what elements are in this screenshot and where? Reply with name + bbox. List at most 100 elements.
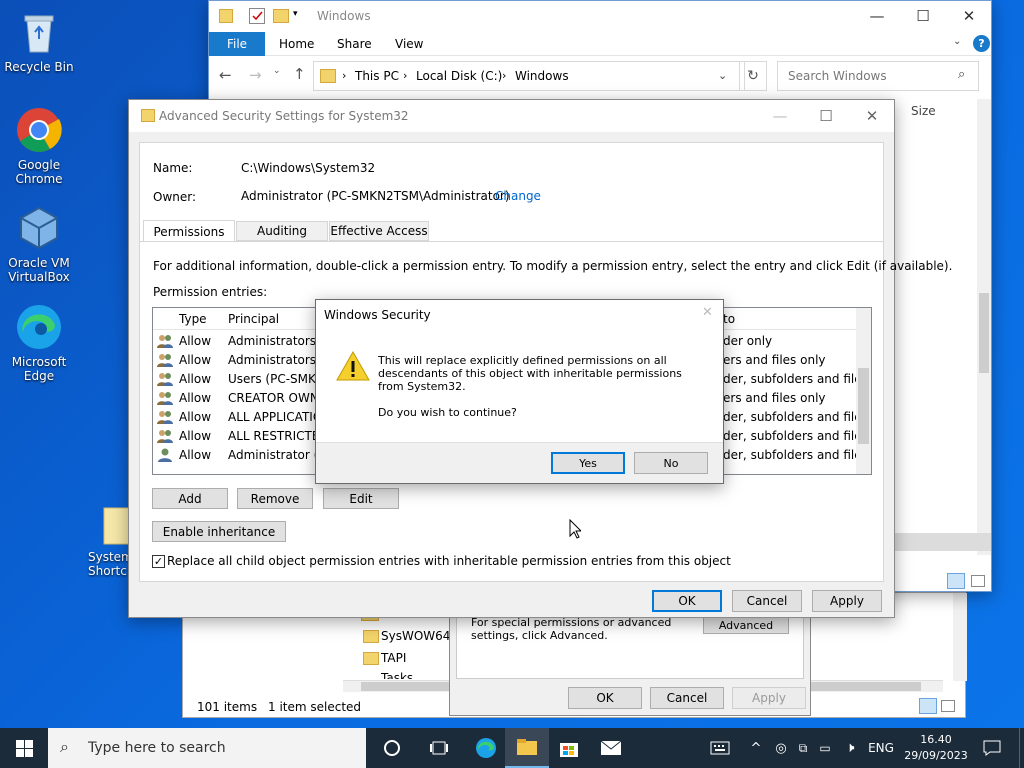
virtualbox-tray-icon[interactable]: ⧉ — [792, 728, 814, 768]
close-icon[interactable]: ✕ — [946, 1, 992, 31]
folder-item[interactable]: SysWOW64 — [381, 629, 450, 643]
ribbon-expand-icon[interactable]: ⌄ — [953, 36, 961, 47]
show-hidden-icons-icon[interactable]: ^ — [746, 728, 766, 768]
help-icon[interactable]: ? — [973, 35, 990, 52]
search-box[interactable]: Search Windows ⌕ — [777, 61, 979, 91]
scrollbar-thumb[interactable] — [858, 368, 869, 444]
task-view-icon[interactable] — [417, 728, 461, 768]
mail-taskbar-icon[interactable] — [589, 728, 633, 768]
perm-type: Allow — [179, 448, 212, 462]
adv-ok-button[interactable]: OK — [652, 590, 722, 612]
user-icon — [157, 448, 173, 462]
system32-shortcut[interactable]: System3 Shortc — [80, 506, 140, 578]
column-type[interactable]: Type — [179, 312, 207, 326]
breadcrumb-this-pc[interactable]: This PC — [355, 69, 399, 83]
ribbon-tabs: File Home Share View ⌄ ? — [209, 32, 991, 56]
recent-locations-icon[interactable]: ⌄ — [273, 66, 281, 76]
advanced-button[interactable]: Advanced — [703, 616, 789, 634]
security-dialog-title: Windows Security — [324, 308, 431, 322]
new-folder-quick-icon[interactable] — [273, 9, 289, 23]
tab-auditing[interactable]: Auditing — [236, 221, 328, 241]
close-icon[interactable]: ✕ — [849, 101, 895, 131]
no-button[interactable]: No — [634, 452, 708, 474]
details-view-icon[interactable] — [947, 573, 965, 589]
props-cancel-button[interactable]: Cancel — [650, 687, 724, 709]
breadcrumb-local-disk[interactable]: Local Disk (C:) — [416, 69, 502, 83]
address-dropdown-icon[interactable]: ⌄ — [718, 69, 727, 82]
start-icon[interactable] — [0, 728, 48, 768]
details-view-icon[interactable] — [919, 698, 937, 714]
enable-inheritance-button[interactable]: Enable inheritance — [152, 521, 286, 542]
maximize-icon[interactable]: ☐ — [803, 101, 849, 131]
adv-title: Advanced Security Settings for System32 — [159, 109, 409, 123]
perm-principal: ALL RESTRICTED — [228, 429, 329, 443]
explorer-taskbar-icon[interactable] — [505, 728, 549, 768]
edge-shortcut[interactable]: Microsoft Edge — [1, 303, 77, 383]
yes-button[interactable]: Yes — [551, 452, 625, 474]
props-ok-button[interactable]: OK — [568, 687, 642, 709]
column-size[interactable]: Size — [911, 104, 936, 118]
change-owner-link[interactable]: Change — [495, 189, 541, 203]
add-button[interactable]: Add — [152, 488, 228, 509]
quick-access-dropdown-icon[interactable]: ▾ — [293, 9, 298, 19]
language-indicator[interactable]: ENG — [864, 728, 898, 768]
column-applies-to[interactable]: to — [723, 312, 735, 326]
vertical-scrollbar[interactable] — [953, 593, 967, 681]
folder-item[interactable]: Tasks — [381, 671, 413, 679]
tab-view[interactable]: View — [395, 37, 423, 51]
address-bar[interactable]: › This PC › Local Disk (C:) › Windows ⌄ — [313, 61, 745, 91]
minimize-icon[interactable]: — — [854, 1, 900, 31]
desktop-icon-label: Google Chrome — [15, 158, 63, 186]
up-icon[interactable]: ↑ — [293, 65, 306, 83]
replace-child-label[interactable]: Replace all child object permission entr… — [167, 554, 731, 568]
chrome-icon — [15, 106, 63, 154]
cortana-icon[interactable] — [370, 728, 414, 768]
adv-cancel-button[interactable]: Cancel — [732, 590, 802, 612]
tab-permissions[interactable]: Permissions — [143, 220, 235, 242]
column-principal[interactable]: Principal — [228, 312, 279, 326]
network-icon[interactable]: ▭ — [814, 728, 836, 768]
list-vertical-scrollbar[interactable] — [856, 308, 871, 474]
edit-button[interactable]: Edit — [323, 488, 399, 509]
perm-type: Allow — [179, 353, 212, 367]
replace-child-checkbox[interactable]: ✓ — [152, 555, 165, 568]
tab-file[interactable]: File — [209, 32, 265, 56]
security-button-bar: Yes No — [316, 442, 723, 483]
chrome-shortcut[interactable]: Google Chrome — [1, 106, 77, 186]
minimize-icon[interactable]: — — [757, 101, 803, 131]
remove-button[interactable]: Remove — [237, 488, 313, 509]
large-icons-view-icon[interactable] — [971, 575, 985, 587]
refresh-icon[interactable]: ↻ — [739, 61, 767, 91]
horizontal-scrollbar[interactable] — [895, 533, 991, 551]
notification-icon[interactable] — [975, 728, 1009, 768]
virtualbox-shortcut[interactable]: Oracle VM VirtualBox — [1, 204, 77, 284]
edge-taskbar-icon[interactable] — [464, 728, 508, 768]
desktop-icon-label: Oracle VM VirtualBox — [8, 256, 70, 284]
breadcrumb-windows[interactable]: Windows — [515, 69, 569, 83]
warning-icon — [336, 350, 370, 385]
clock[interactable]: 16.40 29/09/2023 — [900, 732, 972, 764]
maximize-icon[interactable]: ☐ — [900, 1, 946, 31]
recycle-bin-shortcut[interactable]: Recycle Bin — [1, 8, 77, 74]
taskbar-search-box[interactable]: ⌕ Type here to search — [48, 728, 366, 768]
input-indicator-icon[interactable] — [704, 728, 736, 768]
tab-share[interactable]: Share — [337, 37, 372, 51]
store-taskbar-icon[interactable] — [547, 728, 591, 768]
perm-applies-to: der, subfolders and files — [723, 410, 868, 424]
large-icons-view-icon[interactable] — [941, 700, 955, 712]
properties-quick-icon[interactable] — [249, 8, 265, 24]
volume-icon[interactable]: 🕨 — [838, 728, 862, 768]
tab-home[interactable]: Home — [279, 37, 314, 51]
owner-label: Owner: — [153, 190, 197, 204]
back-icon[interactable]: ← — [219, 66, 232, 84]
tray-app-icon[interactable]: ◎ — [770, 728, 792, 768]
adv-apply-button[interactable]: Apply — [812, 590, 882, 612]
show-desktop-button[interactable] — [1019, 728, 1024, 768]
vertical-scrollbar[interactable] — [977, 99, 991, 555]
tab-effective-access[interactable]: Effective Access — [329, 221, 429, 241]
edge-icon — [15, 303, 63, 351]
close-icon[interactable]: ✕ — [702, 305, 713, 320]
forward-icon[interactable]: → — [249, 66, 262, 84]
scrollbar-thumb[interactable] — [979, 293, 989, 373]
folder-item[interactable]: TAPI — [381, 651, 406, 665]
